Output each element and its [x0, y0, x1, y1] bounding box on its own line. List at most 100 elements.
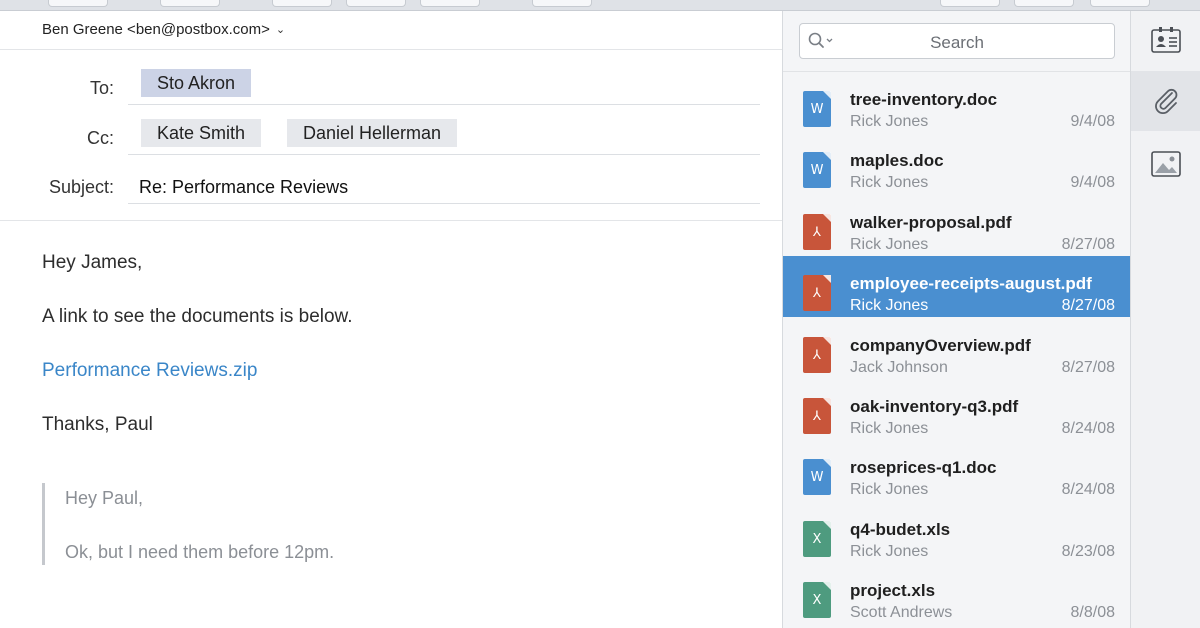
- cc-recipient-chip[interactable]: Kate Smith: [141, 119, 262, 147]
- attachments-button[interactable]: [1131, 71, 1200, 131]
- divider: [0, 49, 782, 50]
- file-type-glyph: W: [810, 163, 824, 179]
- attachment-name: walker-proposal.pdf: [850, 212, 1012, 232]
- page-fold: [823, 398, 831, 406]
- excel-icon: X: [803, 520, 831, 557]
- attachment-date: 9/4/08: [1070, 113, 1115, 130]
- page-fold: [823, 582, 831, 591]
- pdf-icon: ⅄: [803, 398, 831, 434]
- image-icon: [1151, 151, 1181, 177]
- page-fold: [823, 213, 831, 222]
- divider: [128, 154, 760, 155]
- compose-area: Ben Greene <ben@postbox.com> ⌄ To: Sto A…: [0, 11, 782, 628]
- attachment-item[interactable]: ⅄ employee-receipts-august.pdf Rick Jones 8…: [783, 256, 1131, 318]
- quote-bar: [42, 483, 45, 565]
- file-type-glyph: W: [810, 102, 824, 117]
- body-signoff: Thanks, Paul: [42, 414, 153, 435]
- toolbar: [0, 0, 1200, 11]
- attachment-link[interactable]: Performance Reviews.zip: [42, 360, 257, 382]
- page-fold: [823, 152, 831, 161]
- toolbar-button[interactable]: [1090, 0, 1150, 7]
- file-type-glyph: ⅄: [813, 286, 821, 302]
- images-button[interactable]: [1131, 135, 1200, 195]
- attachment-item[interactable]: ⅄ walker-proposal.pdf Rick Jones 8/27/08: [783, 195, 1131, 256]
- file-type-glyph: ⅄: [813, 224, 821, 240]
- quoted-line: Ok, but I need them before 12pm.: [65, 542, 335, 562]
- word-icon: W: [803, 459, 831, 496]
- pdf-icon: ⅄: [803, 275, 831, 312]
- attachment-date: 8/24/08: [1061, 481, 1115, 499]
- body-greeting: Hey James,: [42, 252, 143, 273]
- attachment-name: maples.doc: [850, 151, 944, 171]
- file-type-glyph: ⅄: [813, 409, 821, 424]
- file-type-glyph: W: [810, 470, 824, 486]
- attachment-item[interactable]: Wtree-inventory.doc Rick Jones 9/4/08: [783, 72, 1131, 133]
- from-selector[interactable]: Ben Greene <ben@postbox.com> ⌄: [42, 21, 285, 38]
- excel-icon: X: [803, 582, 831, 619]
- sidebar-rail: [1130, 11, 1200, 628]
- attachment-date: 9/4/08: [1070, 174, 1115, 192]
- attachment-date: 8/27/08: [1061, 297, 1115, 315]
- attachment-item[interactable]: ⅄ oak-inventory-q3.pdf Rick Jones 8/24/08: [783, 379, 1131, 440]
- toolbar-button[interactable]: [1014, 0, 1074, 7]
- toolbar-button[interactable]: [420, 0, 480, 7]
- subject-field[interactable]: Re: Performance Reviews: [139, 177, 348, 198]
- subject-label: Subject:: [48, 177, 114, 197]
- attachment-date: 8/8/08: [1070, 604, 1115, 622]
- attachment-author: Rick Jones: [850, 420, 929, 437]
- attachment-author: Rick Jones: [850, 481, 929, 499]
- divider: [0, 220, 782, 221]
- attachment-item[interactable]: Xproject.xls Scott Andrews 8/8/08: [783, 563, 1131, 624]
- toolbar-button[interactable]: [940, 0, 1000, 7]
- attachment-name: project.xls: [850, 581, 936, 601]
- search-input[interactable]: Search: [799, 23, 1115, 59]
- cc-label: Cc:: [87, 128, 114, 148]
- file-type-glyph: ⅄: [813, 347, 821, 363]
- attachment-date: 8/27/08: [1061, 235, 1115, 253]
- search-placeholder: Search: [930, 33, 984, 52]
- attachment-date: 8/23/08: [1061, 542, 1115, 560]
- attachment-author: Jack Johnson: [850, 358, 948, 376]
- attachment-author: Scott Andrews: [850, 604, 953, 622]
- pdf-icon: ⅄: [803, 213, 831, 250]
- page-fold: [823, 336, 831, 345]
- divider: [128, 104, 760, 105]
- paperclip-icon: [1155, 88, 1178, 114]
- attachment-name: tree-inventory.doc: [850, 90, 998, 109]
- pdf-icon: ⅄: [803, 336, 831, 373]
- attachment-author: Rick Jones: [850, 174, 929, 192]
- word-icon: W: [803, 91, 831, 127]
- attachment-item[interactable]: ⅄ companyOverview.pdf Jack Johnson 8/27/08: [783, 318, 1131, 379]
- attachment-name: q4-budet.xls: [850, 519, 951, 539]
- toolbar-button[interactable]: [160, 0, 220, 7]
- attachment-item[interactable]: Wmaples.doc Rick Jones 9/4/08: [783, 133, 1131, 194]
- attachment-date: 8/27/08: [1061, 358, 1115, 376]
- to-row: To: Sto Akron: [0, 61, 782, 111]
- attachment-item[interactable]: Wroseprices-q1.doc Rick Jones 8/24/08: [783, 440, 1131, 501]
- page-fold: [823, 459, 831, 468]
- page-fold: [823, 520, 831, 529]
- attachment-author: Rick Jones: [850, 235, 929, 253]
- toolbar-button[interactable]: [346, 0, 406, 7]
- contacts-button[interactable]: [1131, 11, 1200, 71]
- body-paragraph: A link to see the documents is below.: [42, 306, 353, 327]
- attachments-pane: Search Wtree-inventory.doc Rick Jones 9/4/…: [782, 11, 1131, 628]
- cc-recipient-chip[interactable]: Daniel Hellerman: [287, 119, 458, 147]
- contact-card-icon: [1151, 27, 1181, 53]
- chevron-down-icon: ⌄: [275, 24, 286, 36]
- mail-compose-window: Ben Greene <ben@postbox.com> ⌄ To: Sto A…: [0, 0, 1200, 628]
- toolbar-button[interactable]: [48, 0, 108, 7]
- recipient-chip[interactable]: Sto Akron: [141, 69, 252, 97]
- attachment-item[interactable]: Xq4-budet.xls Rick Jones 8/23/08: [783, 502, 1131, 563]
- subject-row: Subject: Re: Performance Reviews: [0, 161, 782, 211]
- toolbar-button[interactable]: [532, 0, 592, 7]
- file-type-glyph: X: [812, 531, 822, 547]
- file-type-glyph: X: [812, 593, 822, 609]
- attachment-author: Rick Jones: [850, 113, 929, 130]
- word-icon: W: [803, 152, 831, 189]
- from-address: Ben Greene <ben@postbox.com>: [42, 21, 270, 38]
- attachment-name: employee-receipts-august.pdf: [850, 274, 1092, 294]
- cc-row: Cc: Kate Smith Daniel Hellerman: [0, 111, 782, 161]
- to-label: To:: [89, 78, 114, 98]
- toolbar-button[interactable]: [272, 0, 332, 7]
